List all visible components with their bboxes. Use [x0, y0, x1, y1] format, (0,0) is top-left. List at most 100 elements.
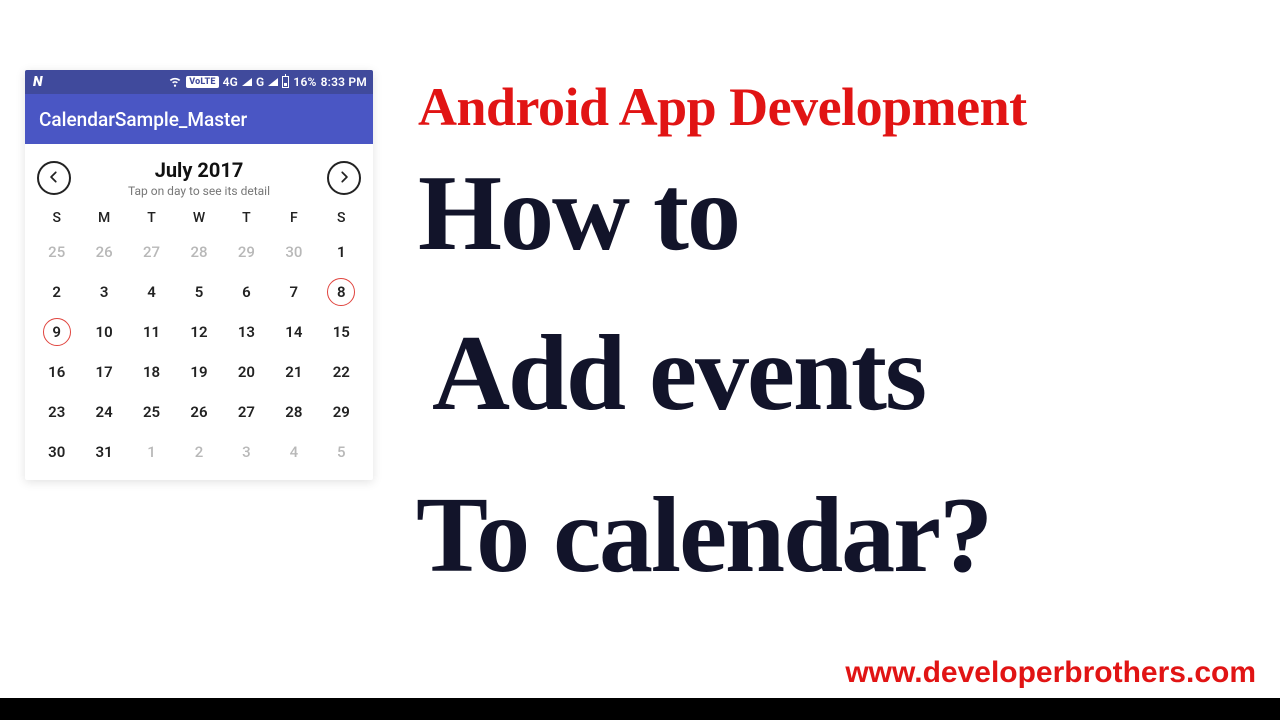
day-number: 16	[43, 358, 71, 386]
day-number: 29	[327, 398, 355, 426]
day-number: 30	[43, 438, 71, 466]
app-bar: CalendarSample_Master	[25, 94, 373, 144]
calendar-day: 27	[128, 238, 175, 266]
calendar-day: 28	[175, 238, 222, 266]
calendar-day: 30	[270, 238, 317, 266]
day-number: 18	[138, 358, 166, 386]
calendar-day[interactable]: 7	[270, 278, 317, 306]
day-number: 13	[232, 318, 260, 346]
day-number: 5	[327, 438, 355, 466]
calendar-day[interactable]: 2	[33, 278, 80, 306]
calendar-day[interactable]: 6	[223, 278, 270, 306]
calendar-day[interactable]: 1	[318, 238, 365, 266]
wifi-icon	[168, 74, 182, 91]
day-number: 2	[185, 438, 213, 466]
day-of-week-header: T	[128, 210, 175, 226]
day-number: 9	[43, 318, 71, 346]
network-g-label: G	[256, 75, 264, 89]
calendar-day[interactable]: 25	[128, 398, 175, 426]
day-number: 12	[185, 318, 213, 346]
chevron-right-icon	[337, 169, 351, 188]
volte-badge: VoLTE	[186, 76, 218, 88]
chevron-left-icon	[47, 169, 61, 188]
calendar-day[interactable]: 21	[270, 358, 317, 386]
calendar-day[interactable]: 31	[80, 438, 127, 466]
headline-line-3: To calendar?	[416, 482, 991, 590]
day-number: 3	[90, 278, 118, 306]
calendar-day[interactable]: 8	[318, 278, 365, 306]
day-number: 8	[327, 278, 355, 306]
calendar-day: 2	[175, 438, 222, 466]
calendar-day[interactable]: 10	[80, 318, 127, 346]
day-number: 26	[90, 238, 118, 266]
calendar-day[interactable]: 28	[270, 398, 317, 426]
day-of-week-header: W	[175, 210, 222, 226]
calendar-day[interactable]: 16	[33, 358, 80, 386]
headline-line-1: How to	[418, 160, 739, 268]
calendar-day: 25	[33, 238, 80, 266]
day-number: 24	[90, 398, 118, 426]
day-number: 27	[232, 398, 260, 426]
calendar-day[interactable]: 5	[175, 278, 222, 306]
day-of-week-header: M	[80, 210, 127, 226]
day-number: 14	[280, 318, 308, 346]
calendar-day: 5	[318, 438, 365, 466]
calendar-day[interactable]: 24	[80, 398, 127, 426]
calendar-day: 4	[270, 438, 317, 466]
status-bar-left: N	[31, 74, 45, 90]
calendar-day[interactable]: 4	[128, 278, 175, 306]
month-subtitle: Tap on day to see its detail	[128, 184, 270, 198]
day-number: 4	[280, 438, 308, 466]
status-bar: N VoLTE 4G G 16% 8:33 PM	[25, 70, 373, 94]
calendar-day[interactable]: 3	[80, 278, 127, 306]
day-number: 21	[280, 358, 308, 386]
calendar-day[interactable]: 9	[33, 318, 80, 346]
signal-icon	[242, 78, 252, 86]
day-of-week-header: F	[270, 210, 317, 226]
battery-pct: 16%	[293, 75, 316, 89]
day-number: 1	[138, 438, 166, 466]
calendar-day[interactable]: 23	[33, 398, 80, 426]
phone-frame: N VoLTE 4G G 16% 8:33 PM CalendarSample_…	[25, 70, 373, 480]
calendar-day: 29	[223, 238, 270, 266]
month-label: July 2017	[128, 158, 270, 182]
calendar-grid: SMTWTFS252627282930123456789101112131415…	[25, 202, 373, 480]
day-number: 25	[43, 238, 71, 266]
day-number: 3	[232, 438, 260, 466]
calendar-day[interactable]: 18	[128, 358, 175, 386]
day-of-week-header: S	[318, 210, 365, 226]
calendar-day[interactable]: 29	[318, 398, 365, 426]
day-number: 29	[232, 238, 260, 266]
bottom-black-bar	[0, 698, 1280, 720]
day-number: 28	[280, 398, 308, 426]
day-number: 1	[327, 238, 355, 266]
calendar-day[interactable]: 26	[175, 398, 222, 426]
calendar-day[interactable]: 19	[175, 358, 222, 386]
day-number: 7	[280, 278, 308, 306]
day-number: 28	[185, 238, 213, 266]
thumbnail-stage: Android App Development How to Add event…	[0, 0, 1280, 720]
calendar-day: 1	[128, 438, 175, 466]
day-number: 15	[327, 318, 355, 346]
calendar-day[interactable]: 20	[223, 358, 270, 386]
calendar-day[interactable]: 14	[270, 318, 317, 346]
calendar-day[interactable]: 15	[318, 318, 365, 346]
calendar-day[interactable]: 17	[80, 358, 127, 386]
calendar-day[interactable]: 13	[223, 318, 270, 346]
calendar-day[interactable]: 27	[223, 398, 270, 426]
prev-month-button[interactable]	[37, 161, 71, 195]
headline-line-2: Add events	[432, 320, 925, 428]
day-number: 6	[232, 278, 260, 306]
app-title: CalendarSample_Master	[39, 108, 247, 131]
day-number: 22	[327, 358, 355, 386]
calendar-day[interactable]: 12	[175, 318, 222, 346]
calendar-day[interactable]: 22	[318, 358, 365, 386]
calendar-day[interactable]: 11	[128, 318, 175, 346]
calendar-day[interactable]: 30	[33, 438, 80, 466]
day-number: 11	[138, 318, 166, 346]
headline-category: Android App Development	[418, 76, 1027, 138]
next-month-button[interactable]	[327, 161, 361, 195]
day-of-week-header: T	[223, 210, 270, 226]
calendar-day: 3	[223, 438, 270, 466]
battery-icon	[282, 76, 289, 88]
